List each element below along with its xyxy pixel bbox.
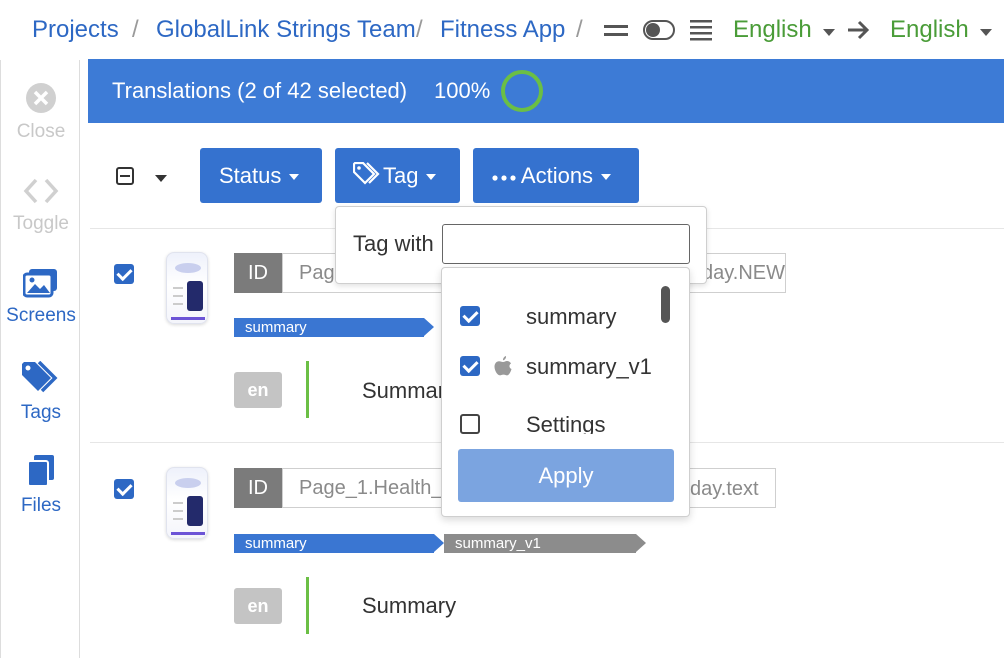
- code-icon: [23, 178, 59, 204]
- tag-chip[interactable]: summary: [234, 534, 444, 553]
- sidebar-item-close[interactable]: Close: [1, 82, 81, 143]
- tag-button-label: Tag: [383, 163, 419, 188]
- status-indicator: [306, 361, 309, 418]
- page-title: Translations (2 of 42 selected): [112, 78, 408, 103]
- equals-icon[interactable]: [604, 24, 628, 38]
- sidebar-item-files[interactable]: Files: [1, 454, 81, 517]
- list-icon[interactable]: [690, 19, 712, 41]
- close-icon: [26, 83, 56, 113]
- ellipsis-icon: [492, 175, 516, 181]
- apple-icon: [494, 356, 512, 376]
- tag-option-label: summary: [526, 304, 617, 329]
- actions-button[interactable]: Actions: [473, 148, 639, 203]
- source-language-select[interactable]: English: [733, 16, 812, 44]
- sidebar-item-label: Tags: [20, 402, 62, 423]
- translation-text[interactable]: Summary: [362, 593, 456, 619]
- string-id-suffix: day.text: [690, 478, 759, 500]
- tag-option-settings[interactable]: Settings: [442, 404, 672, 434]
- row-checkbox[interactable]: [114, 479, 134, 499]
- id-label: ID: [234, 253, 282, 293]
- target-language-select[interactable]: English: [890, 16, 969, 44]
- images-icon: [22, 269, 57, 298]
- tag-option-summary-v1[interactable]: summary_v1: [442, 346, 672, 392]
- select-all-checkbox[interactable]: [116, 167, 134, 185]
- breadcrumb-bar: Projects / GlobalLink Strings Team / Fit…: [0, 0, 1004, 60]
- chevron-down-icon: [289, 174, 300, 181]
- sidebar-item-label: Close: [16, 121, 66, 142]
- string-id-value: Page_1.Health_A: [299, 477, 456, 499]
- progress-ring: [501, 70, 543, 112]
- tag-option-checkbox[interactable]: [460, 356, 480, 376]
- breadcrumb-separator: /: [576, 16, 583, 43]
- tags-icon: [22, 360, 58, 393]
- language-badge: en: [234, 372, 282, 408]
- chevron-down-icon[interactable]: [980, 29, 992, 36]
- sidebar-item-label: Toggle: [13, 213, 69, 234]
- progress-percent: 100%: [434, 78, 491, 103]
- status-indicator: [306, 577, 309, 634]
- tag-chip[interactable]: summary: [234, 318, 434, 337]
- screen-thumbnail[interactable]: [166, 252, 208, 324]
- sidebar: Close Toggle Screens Tags Files: [0, 60, 80, 658]
- tag-chip[interactable]: summary_v1: [444, 534, 646, 553]
- apply-button[interactable]: Apply: [458, 449, 674, 502]
- tag-option-label: summary_v1: [526, 354, 652, 379]
- chevron-down-icon: [426, 174, 437, 181]
- chevron-down-icon: [601, 174, 612, 181]
- sidebar-item-toggle[interactable]: Toggle: [1, 176, 81, 235]
- breadcrumb-project[interactable]: Fitness App: [440, 16, 565, 44]
- sidebar-item-label: Files: [20, 495, 62, 516]
- language-badge: en: [234, 588, 282, 624]
- id-label: ID: [234, 468, 282, 508]
- string-id-suffix: day.NEW: [702, 262, 785, 284]
- status-button[interactable]: Status: [200, 148, 322, 203]
- tag-option-label: Settings: [526, 412, 606, 434]
- breadcrumb-separator: /: [416, 16, 423, 43]
- breadcrumb-team[interactable]: GlobalLink Strings Team: [156, 16, 416, 44]
- sidebar-item-tags[interactable]: Tags: [1, 360, 81, 424]
- row-checkbox[interactable]: [114, 264, 134, 284]
- tags-icon: [352, 161, 380, 185]
- screen-thumbnail[interactable]: [166, 467, 208, 539]
- tag-options-dropdown: summary summary_v1 Settings Apply: [441, 267, 690, 517]
- tag-search-input[interactable]: [442, 224, 690, 264]
- breadcrumb-separator: /: [132, 16, 139, 43]
- chevron-down-icon[interactable]: [823, 29, 835, 36]
- tag-option-checkbox[interactable]: [460, 414, 480, 434]
- status-button-label: Status: [219, 163, 282, 188]
- tag-button[interactable]: Tag: [335, 148, 460, 203]
- translations-header: Translations (2 of 42 selected) 100%: [88, 59, 1004, 123]
- tag-option-checkbox[interactable]: [460, 306, 480, 326]
- tag-option-summary[interactable]: summary: [442, 296, 672, 342]
- tag-with-label: Tag with: [353, 231, 434, 256]
- actions-button-label: Actions: [520, 163, 594, 188]
- sidebar-item-label: Screens: [6, 305, 76, 326]
- chevron-down-icon[interactable]: [155, 175, 167, 182]
- dropdown-scrollbar[interactable]: [661, 286, 670, 323]
- toggle-switch-icon[interactable]: [643, 20, 675, 40]
- arrow-right-icon: [848, 20, 870, 40]
- breadcrumb-projects[interactable]: Projects: [32, 16, 119, 44]
- translation-text[interactable]: Summar: [362, 378, 445, 404]
- files-icon: [27, 455, 54, 487]
- sidebar-item-screens[interactable]: Screens: [1, 268, 81, 327]
